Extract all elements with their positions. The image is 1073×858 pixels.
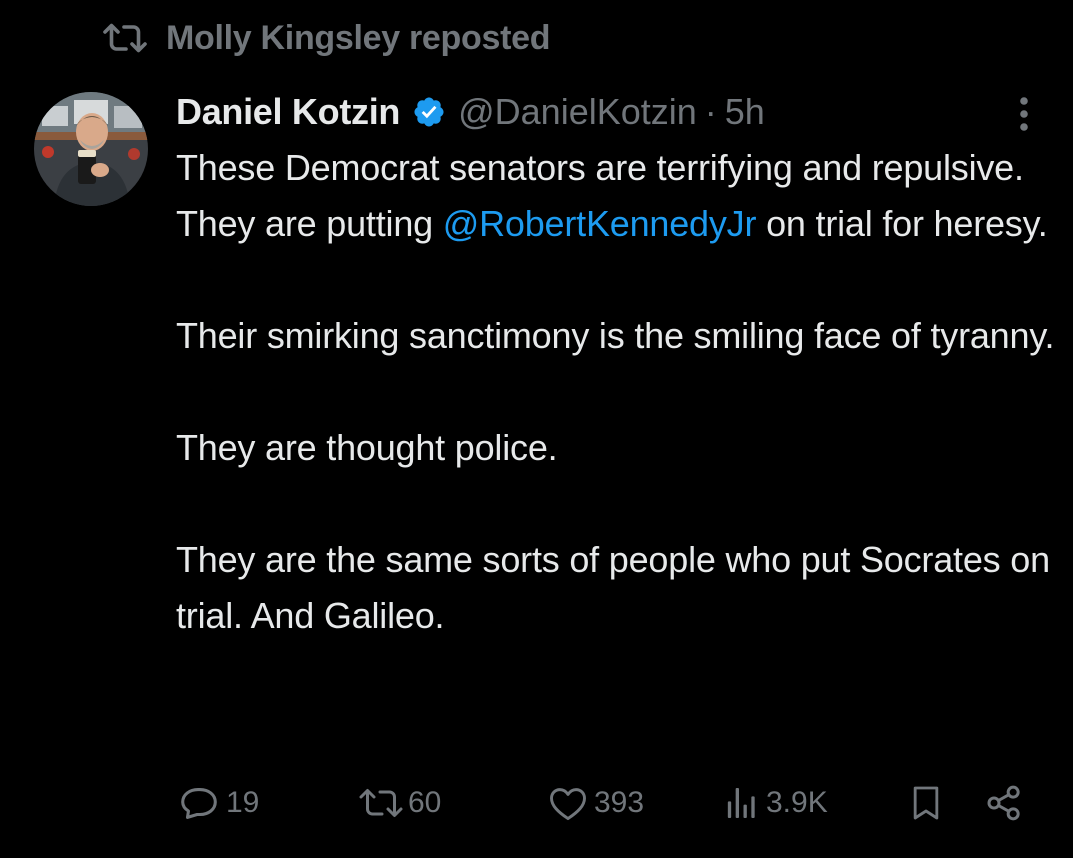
reposted-by-label[interactable]: Molly Kingsley reposted (166, 19, 550, 58)
view-count: 3.9K (766, 786, 828, 819)
views-button[interactable]: 3.9K (722, 778, 828, 828)
repost-button[interactable]: 60 (358, 778, 441, 828)
verified-badge-icon[interactable] (412, 95, 446, 129)
share-icon (984, 783, 1024, 823)
repost-icon (358, 785, 404, 821)
timestamp[interactable]: 5h (725, 91, 765, 133)
tweet-header: Daniel Kotzin @DanielKotzin · 5h (176, 86, 765, 138)
action-bar: 19 60 393 3.9K (176, 778, 1036, 828)
reply-button[interactable]: 19 (176, 778, 259, 828)
repost-icon (102, 22, 148, 54)
separator-dot: · (704, 91, 717, 132)
tweet-text: These Democrat senators are terrifying a… (176, 140, 1056, 644)
bookmark-icon (906, 781, 946, 825)
author-display-name[interactable]: Daniel Kotzin (176, 91, 400, 133)
more-options-icon[interactable] (1006, 94, 1042, 136)
social-context: Molly Kingsley reposted (102, 16, 550, 60)
share-button[interactable] (984, 778, 1024, 828)
bookmark-button[interactable] (906, 778, 946, 828)
analytics-icon (722, 783, 762, 823)
like-button[interactable]: 393 (546, 778, 644, 828)
author-handle[interactable]: @DanielKotzin (458, 91, 697, 133)
tweet-paragraph: These Democrat senators are terrifying a… (176, 140, 1056, 252)
reply-count: 19 (226, 786, 260, 819)
like-count: 393 (594, 786, 645, 819)
tweet-paragraph: They are the same sorts of people who pu… (176, 539, 1050, 636)
repost-count: 60 (408, 786, 442, 819)
tweet-text-segment: on trial for heresy. (756, 203, 1048, 244)
heart-icon (546, 781, 590, 825)
mention-link[interactable]: @RobertKennedyJr (443, 203, 757, 244)
tweet-paragraph: They are thought police. (176, 427, 558, 468)
tweet-paragraph: Their smirking sanctimony is the smiling… (176, 315, 1055, 356)
avatar[interactable] (34, 92, 148, 206)
reply-icon (176, 780, 222, 826)
